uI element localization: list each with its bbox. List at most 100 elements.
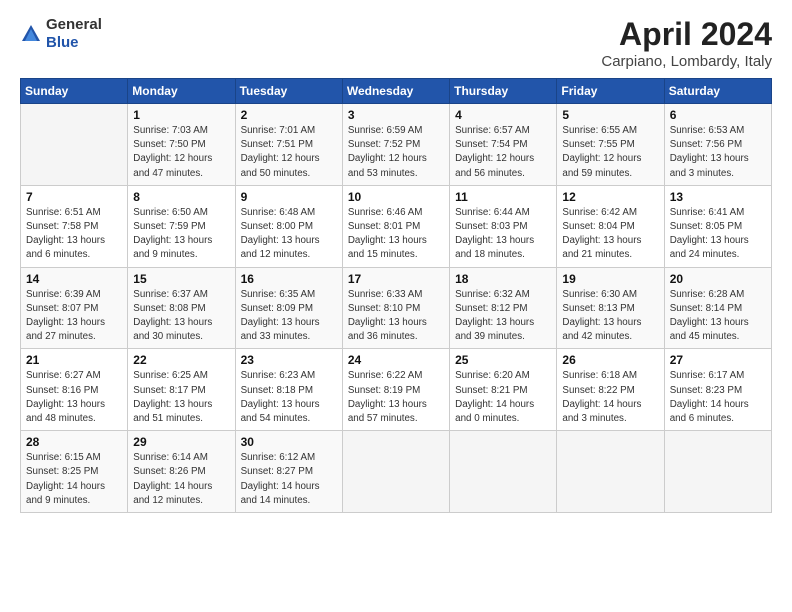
day-number: 6 — [670, 108, 766, 122]
day-info: Sunrise: 6:14 AM Sunset: 8:26 PM Dayligh… — [133, 451, 229, 508]
day-info: Sunrise: 7:03 AM Sunset: 7:50 PM Dayligh… — [133, 124, 229, 181]
calendar-cell: 12 Sunrise: 6:42 AM Sunset: 8:04 PM Dayli… — [557, 185, 664, 267]
day-info: Sunrise: 6:30 AM Sunset: 8:13 PM Dayligh… — [562, 288, 658, 345]
header-friday: Friday — [557, 79, 664, 104]
calendar-cell: 20Sunrise: 6:28 AM Sunset: 8:14 PM Dayli… — [664, 267, 771, 349]
day-number: 14 — [26, 272, 122, 286]
day-info: Sunrise: 6:35 AM Sunset: 8:09 PM Dayligh… — [241, 288, 337, 345]
week-row-3: 14 Sunrise: 6:39 AM Sunset: 8:07 PM Dayli… — [21, 267, 772, 349]
day-number: 4 — [455, 108, 551, 122]
day-info: Sunrise: 6:48 AM Sunset: 8:00 PM Dayligh… — [241, 206, 337, 263]
calendar-cell: 28 Sunrise: 6:15 AM Sunset: 8:25 PM Dayli… — [21, 431, 128, 513]
day-info: Sunrise: 6:33 AM Sunset: 8:10 PM Dayligh… — [348, 288, 444, 345]
day-info: Sunrise: 6:25 AM Sunset: 8:17 PM Dayligh… — [133, 369, 229, 426]
calendar-cell: 17 Sunrise: 6:33 AM Sunset: 8:10 PM Dayli… — [342, 267, 449, 349]
logo-icon — [20, 23, 42, 45]
header-monday: Monday — [128, 79, 235, 104]
calendar-cell: 18Sunrise: 6:32 AM Sunset: 8:12 PM Dayli… — [450, 267, 557, 349]
calendar-cell: 8 Sunrise: 6:50 AM Sunset: 7:59 PM Daylig… — [128, 185, 235, 267]
day-number: 9 — [241, 190, 337, 204]
logo-text: General Blue — [46, 16, 102, 52]
day-number: 16 — [241, 272, 337, 286]
calendar-cell: 23Sunrise: 6:23 AM Sunset: 8:18 PM Dayli… — [235, 349, 342, 431]
calendar-cell — [342, 431, 449, 513]
calendar-cell: 16 Sunrise: 6:35 AM Sunset: 8:09 PM Dayli… — [235, 267, 342, 349]
calendar-cell: 30 Sunrise: 6:12 AM Sunset: 8:27 PM Dayli… — [235, 431, 342, 513]
calendar-cell: 21 Sunrise: 6:27 AM Sunset: 8:16 PM Dayli… — [21, 349, 128, 431]
day-info: Sunrise: 6:22 AM Sunset: 8:19 PM Dayligh… — [348, 369, 444, 426]
day-number: 22 — [133, 353, 229, 367]
day-number: 19 — [562, 272, 658, 286]
day-info: Sunrise: 6:27 AM Sunset: 8:16 PM Dayligh… — [26, 369, 122, 426]
day-info: Sunrise: 6:53 AM Sunset: 7:56 PM Dayligh… — [670, 124, 766, 181]
day-info: Sunrise: 6:32 AM Sunset: 8:12 PM Dayligh… — [455, 288, 551, 345]
day-number: 17 — [348, 272, 444, 286]
day-info: Sunrise: 6:20 AM Sunset: 8:21 PM Dayligh… — [455, 369, 551, 426]
day-number: 8 — [133, 190, 229, 204]
day-info: Sunrise: 6:42 AM Sunset: 8:04 PM Dayligh… — [562, 206, 658, 263]
header-thursday: Thursday — [450, 79, 557, 104]
calendar-cell: 6 Sunrise: 6:53 AM Sunset: 7:56 PM Daylig… — [664, 104, 771, 186]
calendar-cell: 9 Sunrise: 6:48 AM Sunset: 8:00 PM Daylig… — [235, 185, 342, 267]
day-number: 13 — [670, 190, 766, 204]
main-container: General Blue April 2024 Carpiano, Lombar… — [0, 0, 792, 523]
calendar-cell: 2 Sunrise: 7:01 AM Sunset: 7:51 PM Daylig… — [235, 104, 342, 186]
calendar-cell: 29 Sunrise: 6:14 AM Sunset: 8:26 PM Dayli… — [128, 431, 235, 513]
day-info: Sunrise: 6:12 AM Sunset: 8:27 PM Dayligh… — [241, 451, 337, 508]
calendar-cell — [450, 431, 557, 513]
day-number: 11 — [455, 190, 551, 204]
day-number: 26 — [562, 353, 658, 367]
week-row-4: 21 Sunrise: 6:27 AM Sunset: 8:16 PM Dayli… — [21, 349, 772, 431]
day-number: 20 — [670, 272, 766, 286]
calendar-table: Sunday Monday Tuesday Wednesday Thursday… — [20, 78, 772, 513]
calendar-cell: 4 Sunrise: 6:57 AM Sunset: 7:54 PM Daylig… — [450, 104, 557, 186]
header-tuesday: Tuesday — [235, 79, 342, 104]
day-number: 7 — [26, 190, 122, 204]
day-number: 15 — [133, 272, 229, 286]
day-number: 21 — [26, 353, 122, 367]
day-info: Sunrise: 6:44 AM Sunset: 8:03 PM Dayligh… — [455, 206, 551, 263]
calendar-cell: 14 Sunrise: 6:39 AM Sunset: 8:07 PM Dayli… — [21, 267, 128, 349]
day-info: Sunrise: 6:50 AM Sunset: 7:59 PM Dayligh… — [133, 206, 229, 263]
day-number: 29 — [133, 435, 229, 449]
day-number: 30 — [241, 435, 337, 449]
calendar-cell: 24 Sunrise: 6:22 AM Sunset: 8:19 PM Dayli… — [342, 349, 449, 431]
calendar-cell: 7 Sunrise: 6:51 AM Sunset: 7:58 PM Daylig… — [21, 185, 128, 267]
calendar-cell: 13 Sunrise: 6:41 AM Sunset: 8:05 PM Dayli… — [664, 185, 771, 267]
day-number: 25 — [455, 353, 551, 367]
day-info: Sunrise: 6:39 AM Sunset: 8:07 PM Dayligh… — [26, 288, 122, 345]
calendar-cell: 26Sunrise: 6:18 AM Sunset: 8:22 PM Dayli… — [557, 349, 664, 431]
day-number: 12 — [562, 190, 658, 204]
day-info: Sunrise: 6:51 AM Sunset: 7:58 PM Dayligh… — [26, 206, 122, 263]
day-info: Sunrise: 6:15 AM Sunset: 8:25 PM Dayligh… — [26, 451, 122, 508]
calendar-cell: 1Sunrise: 7:03 AM Sunset: 7:50 PM Daylig… — [128, 104, 235, 186]
day-info: Sunrise: 6:41 AM Sunset: 8:05 PM Dayligh… — [670, 206, 766, 263]
week-row-5: 28 Sunrise: 6:15 AM Sunset: 8:25 PM Dayli… — [21, 431, 772, 513]
calendar-cell: 5 Sunrise: 6:55 AM Sunset: 7:55 PM Daylig… — [557, 104, 664, 186]
logo-blue: Blue — [46, 34, 79, 51]
day-info: Sunrise: 6:57 AM Sunset: 7:54 PM Dayligh… — [455, 124, 551, 181]
day-number: 3 — [348, 108, 444, 122]
day-number: 23 — [241, 353, 337, 367]
day-number: 24 — [348, 353, 444, 367]
calendar-cell: 15 Sunrise: 6:37 AM Sunset: 8:08 PM Dayli… — [128, 267, 235, 349]
day-number: 10 — [348, 190, 444, 204]
day-number: 5 — [562, 108, 658, 122]
month-title: April 2024 — [601, 16, 772, 53]
header-wednesday: Wednesday — [342, 79, 449, 104]
calendar-cell — [557, 431, 664, 513]
day-number: 2 — [241, 108, 337, 122]
day-number: 28 — [26, 435, 122, 449]
day-info: Sunrise: 6:55 AM Sunset: 7:55 PM Dayligh… — [562, 124, 658, 181]
header-saturday: Saturday — [664, 79, 771, 104]
logo-general: General — [46, 16, 102, 33]
calendar-cell: 19 Sunrise: 6:30 AM Sunset: 8:13 PM Dayli… — [557, 267, 664, 349]
calendar-cell: 27Sunrise: 6:17 AM Sunset: 8:23 PM Dayli… — [664, 349, 771, 431]
calendar-cell: 22 Sunrise: 6:25 AM Sunset: 8:17 PM Dayli… — [128, 349, 235, 431]
day-info: Sunrise: 6:37 AM Sunset: 8:08 PM Dayligh… — [133, 288, 229, 345]
calendar-cell — [664, 431, 771, 513]
logo: General Blue — [20, 16, 102, 52]
calendar-cell: 25 Sunrise: 6:20 AM Sunset: 8:21 PM Dayli… — [450, 349, 557, 431]
header-sunday: Sunday — [21, 79, 128, 104]
day-info: Sunrise: 7:01 AM Sunset: 7:51 PM Dayligh… — [241, 124, 337, 181]
